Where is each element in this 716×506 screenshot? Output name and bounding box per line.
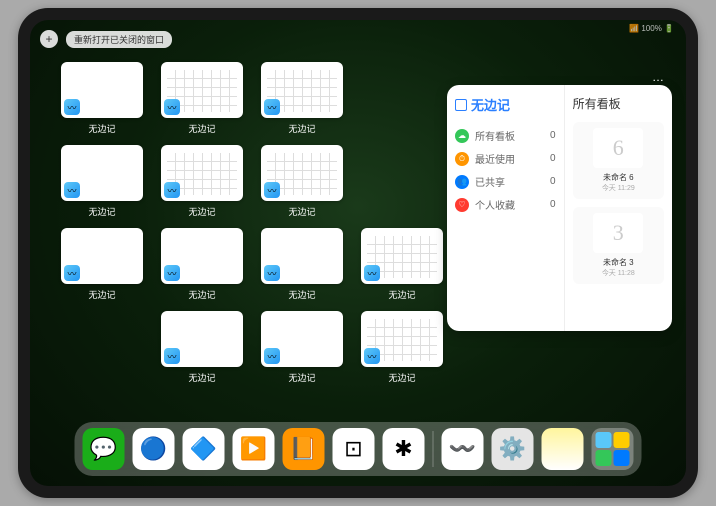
thumbnail-label: 无边记 [188,371,215,384]
dock-app-connect[interactable]: ✱ [383,428,425,470]
category-label: 已共享 [475,174,505,189]
window-thumbnail[interactable]: 〰无边记 [58,228,146,303]
freeform-app-icon: 〰 [164,99,180,115]
thumbnail-label: 无边记 [188,288,215,301]
dock-app-freeform[interactable]: 〰️ [442,428,484,470]
thumbnail-label: 无边记 [88,288,115,301]
board-label: 未命名 6 [603,172,634,183]
panel-more-icon[interactable]: … [652,70,664,84]
board-preview: 3 [593,213,643,253]
category-row[interactable]: 👥 已共享 0 [455,170,556,193]
window-thumbnail[interactable]: 〰无边记 [158,145,246,220]
board-timestamp: 今天 11:29 [602,183,635,193]
add-window-button[interactable]: + [40,30,58,48]
category-count: 0 [550,130,556,141]
thumbnail-label: 无边记 [88,205,115,218]
thumbnail-label: 无边记 [288,122,315,135]
freeform-app-icon: 〰 [264,265,280,281]
panel-title-text: 无边记 [471,95,510,114]
category-icon: 👥 [455,175,469,189]
thumbnail-label: 无边记 [88,122,115,135]
dock-app-quark[interactable]: 🔵 [133,428,175,470]
thumbnail-label: 无边记 [288,371,315,384]
freeform-app-icon: 〰 [264,348,280,364]
dock-app-books[interactable]: 📙 [283,428,325,470]
category-icon: ♡ [455,198,469,212]
category-row[interactable]: ☁ 所有看板 0 [455,124,556,147]
window-thumbnail[interactable]: 〰无边记 [58,62,146,137]
window-thumbnail[interactable]: 〰无边记 [258,145,346,220]
window-thumbnail[interactable]: 〰无边记 [358,228,446,303]
freeform-app-icon: 〰 [164,348,180,364]
panel-right-title: 所有看板 [573,95,664,112]
reopen-closed-window-button[interactable]: 重新打开已关闭的窗口 [66,31,172,48]
freeform-app-icon: 〰 [264,182,280,198]
board-item[interactable]: 3 未命名 3今天 11:28 [573,207,664,284]
freeform-app-icon: 〰 [64,182,80,198]
panel-content: 所有看板 6 未命名 6今天 11:29 3 未命名 3今天 11:28 [565,85,672,331]
window-thumbnail[interactable]: 〰无边记 [258,62,346,137]
category-count: 0 [550,199,556,210]
board-item[interactable]: 6 未命名 6今天 11:29 [573,122,664,199]
thumbnail-label: 无边记 [188,122,215,135]
freeform-app-icon: 〰 [164,265,180,281]
category-label: 最近使用 [475,151,515,166]
dock-app-notes[interactable] [542,428,584,470]
ipad-frame: 📶 100% 🔋 + 重新打开已关闭的窗口 〰无边记〰无边记〰无边记〰无边记〰无… [18,8,698,498]
window-thumbnail-grid: 〰无边记〰无边记〰无边记〰无边记〰无边记〰无边记〰无边记〰无边记〰无边记〰无边记… [58,62,446,386]
thumbnail-label: 无边记 [188,205,215,218]
freeform-panel: 无边记 ☁所有看板0⏱最近使用0👥已共享0♡个人收藏0 所有看板 6未命名 6今… [447,85,672,331]
screen: 📶 100% 🔋 + 重新打开已关闭的窗口 〰无边记〰无边记〰无边记〰无边记〰无… [30,20,686,486]
board-label: 未命名 3 [603,257,634,268]
top-bar: + 重新打开已关闭的窗口 [40,30,172,48]
window-thumbnail[interactable]: 〰无边记 [158,311,246,386]
dock-app-play[interactable]: ▶️ [233,428,275,470]
window-thumbnail[interactable]: 〰无边记 [358,311,446,386]
freeform-app-icon: 〰 [64,265,80,281]
dock-app-wechat[interactable]: 💬 [83,428,125,470]
thumbnail-label: 无边记 [288,288,315,301]
freeform-app-icon: 〰 [164,182,180,198]
dock-app-qqbrowser[interactable]: 🔷 [183,428,225,470]
freeform-app-icon: 〰 [364,265,380,281]
window-thumbnail[interactable]: 〰无边记 [258,311,346,386]
category-row[interactable]: ⏱ 最近使用 0 [455,147,556,170]
category-count: 0 [550,153,556,164]
thumbnail-label: 无边记 [288,205,315,218]
freeform-app-icon: 〰 [64,99,80,115]
thumbnail-label: 无边记 [388,371,415,384]
window-thumbnail[interactable]: 〰无边记 [158,62,246,137]
dock-app-settings[interactable]: ⚙️ [492,428,534,470]
category-label: 个人收藏 [475,197,515,212]
board-preview: 6 [593,128,643,168]
freeform-app-icon: 〰 [364,348,380,364]
dock-separator [433,431,434,467]
dock: 💬🔵🔷▶️📙⊡✱ 〰️⚙️ [75,422,642,476]
dock-folder[interactable] [592,428,634,470]
category-icon: ⏱ [455,152,469,166]
panel-title: 无边记 [455,95,556,114]
window-thumbnail[interactable]: 〰无边记 [158,228,246,303]
panel-sidebar: 无边记 ☁ 所有看板 0 ⏱ 最近使用 0 👥 已共享 0 ♡ 个人收藏 0 [447,85,565,331]
category-icon: ☁ [455,129,469,143]
freeform-app-icon: 〰 [264,99,280,115]
dock-app-dice[interactable]: ⊡ [333,428,375,470]
window-thumbnail[interactable]: 〰无边记 [58,145,146,220]
thumbnail-label: 无边记 [388,288,415,301]
category-count: 0 [550,176,556,187]
category-label: 所有看板 [475,128,515,143]
status-bar: 📶 100% 🔋 [629,24,674,33]
board-timestamp: 今天 11:28 [602,268,635,278]
sidebar-icon [455,99,467,111]
window-thumbnail[interactable]: 〰无边记 [258,228,346,303]
category-row[interactable]: ♡ 个人收藏 0 [455,193,556,216]
